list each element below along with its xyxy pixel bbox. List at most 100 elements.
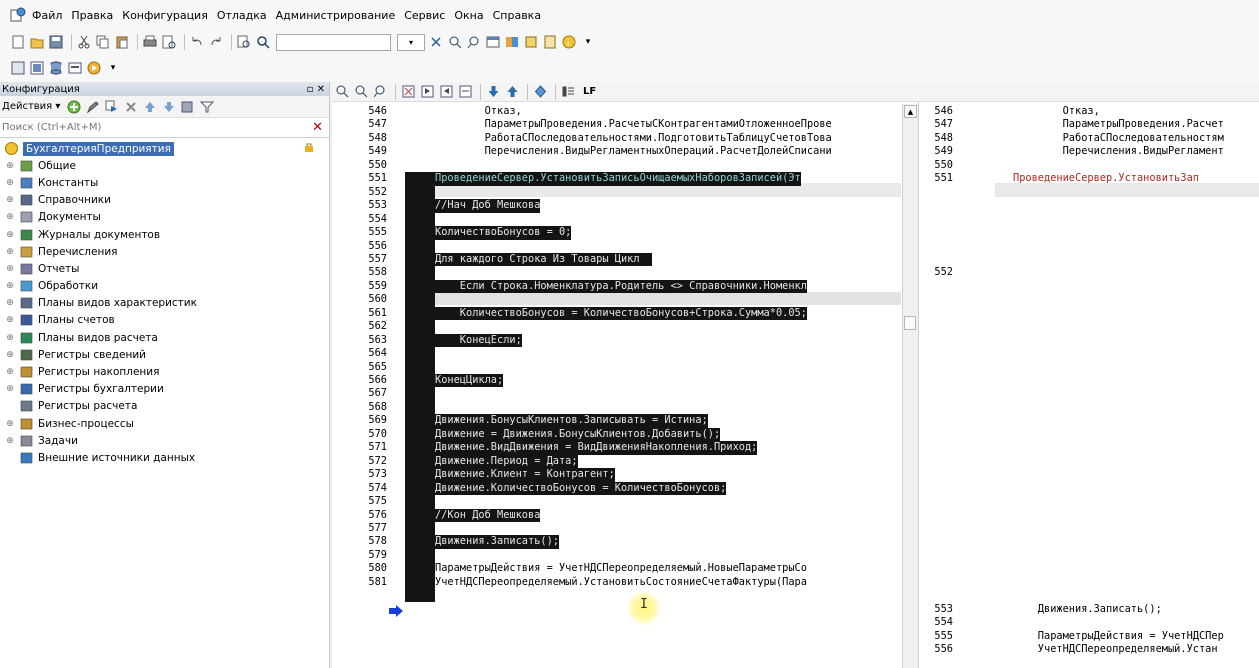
menu-item[interactable]: Отладка — [217, 9, 267, 22]
constructor-icon[interactable] — [523, 34, 539, 50]
filter-icon[interactable] — [199, 99, 215, 115]
expand-toggle-icon[interactable]: ⊕ — [4, 212, 16, 222]
code-line[interactable]: УчетНДСПереопределяемый.Устан — [1013, 643, 1218, 656]
code-line[interactable]: Для каждого Строка Из Товары Цикл — [435, 252, 652, 267]
search-icon[interactable] — [255, 34, 271, 50]
tree-item[interactable]: ⊕ Общие — [0, 157, 329, 174]
find-in-page-icon[interactable] — [236, 34, 252, 50]
expand-toggle-icon[interactable]: ⊕ — [4, 333, 16, 343]
tree-item[interactable]: ⊕ Бизнес-процессы — [0, 415, 329, 432]
expand-toggle-icon[interactable]: ⊕ — [4, 195, 16, 205]
code-editor-left[interactable]: ▲ I 546 Отказ, 547 ПараметрыПроведения.Ра… — [332, 102, 917, 668]
code-line[interactable]: КонецЦикла; — [435, 374, 504, 388]
expand-toggle-icon[interactable]: ⊕ — [4, 281, 16, 291]
code-line[interactable]: Отказ, — [435, 105, 522, 118]
code-line[interactable]: Движения.Записать(); — [1013, 603, 1162, 616]
delete-icon[interactable] — [123, 99, 139, 115]
menu-item[interactable]: Файл — [32, 9, 62, 22]
menu-item[interactable]: Окна — [454, 9, 483, 22]
menu-item[interactable]: Сервис — [404, 9, 445, 22]
tree-item[interactable]: ⊕ Обработки — [0, 278, 329, 295]
bookmark-clear-icon[interactable] — [457, 84, 473, 100]
expand-toggle-icon[interactable]: ⊕ — [4, 230, 16, 240]
edit-icon[interactable] — [85, 99, 101, 115]
find-next-icon[interactable] — [447, 34, 463, 50]
code-line[interactable]: ПараметрыДействия = УчетНДСПер — [1013, 630, 1224, 643]
code-line[interactable]: Движение.КоличествоБонусов = КоличествоБ… — [435, 481, 727, 496]
tree-item[interactable]: ⊕ Константы — [0, 174, 329, 191]
menu-item[interactable]: Конфигурация — [122, 9, 208, 22]
clear-search-icon[interactable] — [428, 34, 444, 50]
expand-toggle-icon[interactable]: ⊕ — [4, 384, 16, 394]
config-window-icon[interactable] — [10, 60, 26, 76]
code-line[interactable]: Движения.Записать(); — [435, 535, 559, 549]
paste-icon[interactable] — [114, 34, 130, 50]
line-ending-indicator[interactable]: LF — [583, 86, 596, 97]
copy-object-icon[interactable] — [104, 99, 120, 115]
help-info-icon[interactable]: i — [561, 34, 577, 50]
tree-item[interactable]: ⊕ Планы видов расчета — [0, 329, 329, 346]
code-line[interactable]: Движение = Движения.БонусыКлиентов.Добав… — [435, 427, 721, 442]
code-line[interactable]: Отказ, — [1013, 105, 1100, 118]
sync-scroll-icon[interactable] — [532, 84, 548, 100]
expand-toggle-icon[interactable]: ⊕ — [4, 298, 16, 308]
cut-icon[interactable] — [76, 34, 92, 50]
find-prev-code-icon[interactable] — [372, 84, 388, 100]
save-icon[interactable] — [48, 34, 64, 50]
code-line[interactable]: УчетНДСПереопределяемый.УстановитьСостоя… — [435, 576, 807, 589]
tree-item[interactable]: ⊕ Перечисления — [0, 243, 329, 260]
search-dropdown-button[interactable]: ▾ — [397, 33, 425, 51]
zoom-search-icon[interactable] — [334, 84, 350, 100]
next-difference-icon[interactable] — [485, 84, 501, 100]
print-icon[interactable] — [142, 34, 158, 50]
compare-window-icon[interactable] — [29, 60, 45, 76]
code-line[interactable]: //Нач Доб Мешкова — [435, 199, 541, 213]
copy-icon[interactable] — [95, 34, 111, 50]
code-line[interactable]: КоличествоБонусов = 0; — [435, 226, 572, 240]
code-line[interactable]: ПроведениеСервер.УстановитьЗап — [1013, 172, 1199, 185]
redo-icon[interactable] — [208, 34, 224, 50]
find-previous-icon[interactable] — [466, 34, 482, 50]
panel-close-icon[interactable]: ▫ ✕ — [307, 84, 329, 95]
expand-toggle-icon[interactable]: ⊕ — [4, 350, 16, 360]
expand-toggle-icon[interactable]: ⊕ — [4, 367, 16, 377]
code-line[interactable]: ПараметрыПроведения.Расчет — [1013, 118, 1224, 131]
help-dropdown-icon[interactable]: ▾ — [580, 34, 596, 50]
tree-item[interactable]: ⊕ Отчеты — [0, 260, 329, 277]
toolbar-search-input[interactable] — [276, 33, 391, 51]
open-folder-icon[interactable] — [29, 34, 45, 50]
tree-root-row[interactable]: БухгалтерияПредприятия — [0, 140, 329, 157]
code-line[interactable]: КонецЕсли; — [435, 333, 522, 348]
expand-toggle-icon[interactable]: ⊕ — [4, 419, 16, 429]
expand-toggle-icon[interactable]: ⊕ — [4, 436, 16, 446]
find-next-code-icon[interactable] — [353, 84, 369, 100]
tree-item[interactable]: ⊕ Справочники — [0, 192, 329, 209]
code-line[interactable]: РаботаСПоследовательностям — [1013, 132, 1224, 145]
print-preview-icon[interactable] — [161, 34, 177, 50]
undo-icon[interactable] — [189, 34, 205, 50]
expand-toggle-icon[interactable]: ⊕ — [4, 247, 16, 257]
clear-tree-search-icon[interactable]: ✕ — [312, 120, 323, 135]
tree-item[interactable]: ⊕ Регистры бухгалтерии — [0, 381, 329, 398]
prev-difference-icon[interactable] — [504, 84, 520, 100]
expand-toggle-icon[interactable]: ⊕ — [4, 161, 16, 171]
code-line[interactable]: Движение.ВидДвижения = ВидДвиженияНакопл… — [435, 441, 758, 455]
expand-toggle-icon[interactable]: ⊕ — [4, 264, 16, 274]
code-line[interactable]: КоличествоБонусов = КоличествоБонусов+Ст… — [435, 306, 807, 321]
tree-item[interactable]: Регистры расчета — [0, 398, 329, 415]
sort-icon[interactable] — [180, 99, 196, 115]
tree-search-input[interactable] — [0, 122, 300, 133]
menu-item[interactable]: Правка — [71, 9, 113, 22]
bookmark-prev-icon[interactable] — [438, 84, 454, 100]
window-list-icon[interactable] — [485, 34, 501, 50]
dialog-window-icon[interactable] — [67, 60, 83, 76]
tree-item[interactable]: ⊕ Планы счетов — [0, 312, 329, 329]
add-icon[interactable] — [66, 99, 82, 115]
menu-item[interactable]: Справка — [493, 9, 541, 22]
code-line[interactable]: //Кон Доб Мешкова — [435, 508, 541, 522]
code-line[interactable]: РаботаСПоследовательностями.ПодготовитьТ… — [435, 132, 832, 145]
code-line[interactable]: Если Строка.Номенклатура.Родитель <> Спр… — [435, 279, 807, 294]
tree-item[interactable]: ⊕ Документы — [0, 209, 329, 226]
database-icon[interactable] — [48, 60, 64, 76]
code-line[interactable]: Перечисления.ВидыРегламентныхОпераций.Ра… — [435, 145, 832, 158]
